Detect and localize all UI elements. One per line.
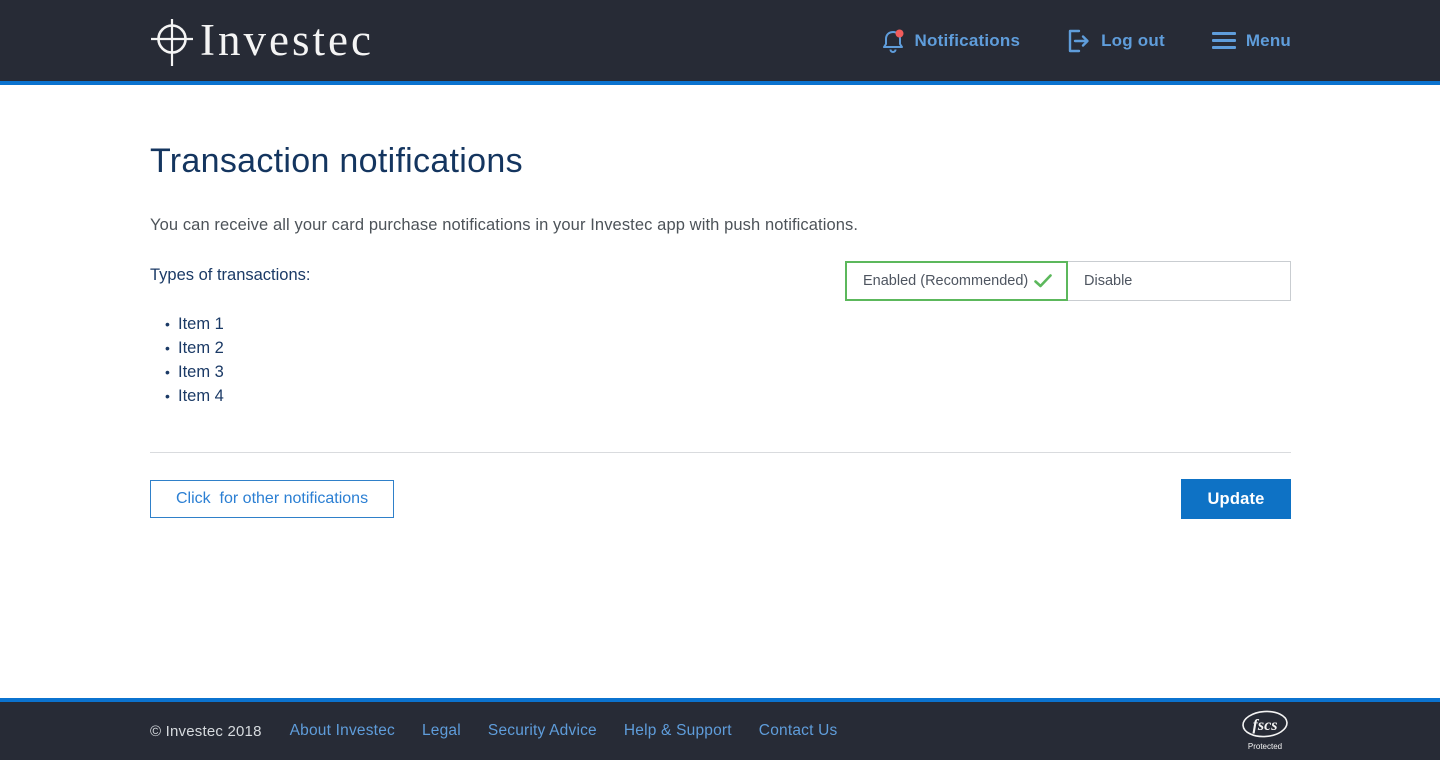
- enabled-toggle-label: Enabled (Recommended): [863, 273, 1028, 289]
- logout-button[interactable]: Log out: [1067, 28, 1165, 54]
- logout-label: Log out: [1101, 31, 1165, 51]
- hamburger-menu-icon: [1212, 32, 1236, 49]
- transaction-item: Item 4: [150, 384, 311, 408]
- settings-row: Types of transactions: Item 1 Item 2 Ite…: [150, 261, 1291, 408]
- page-title: Transaction notifications: [150, 142, 1291, 180]
- header: Investec Notifications Log out Menu: [0, 0, 1440, 85]
- enabled-toggle-button[interactable]: Enabled (Recommended): [845, 261, 1068, 301]
- footer-left: © Investec 2018 About Investec Legal Sec…: [150, 722, 837, 740]
- footer-links: About Investec Legal Security Advice Hel…: [290, 722, 838, 740]
- transaction-types: Types of transactions: Item 1 Item 2 Ite…: [150, 261, 311, 408]
- section-divider: [150, 452, 1291, 453]
- header-nav: Notifications Log out Menu: [881, 28, 1291, 54]
- transaction-item: Item 3: [150, 360, 311, 384]
- notification-badge: [895, 29, 903, 37]
- main-content: Transaction notifications You can receiv…: [0, 85, 1440, 698]
- footer-link-contact-us[interactable]: Contact Us: [759, 722, 838, 740]
- transaction-types-label: Types of transactions:: [150, 266, 311, 285]
- investec-crosshair-icon: [150, 17, 194, 67]
- disable-toggle-button[interactable]: Disable: [1068, 261, 1291, 301]
- svg-text:Protected: Protected: [1248, 742, 1282, 751]
- update-button[interactable]: Update: [1181, 479, 1291, 519]
- fscs-protected-logo: fscs Protected: [1239, 708, 1291, 754]
- page-description: You can receive all your card purchase n…: [150, 216, 1291, 235]
- actions-row: Click for other notifications Update: [150, 479, 1291, 519]
- footer-link-legal[interactable]: Legal: [422, 722, 461, 740]
- logout-icon: [1067, 28, 1091, 54]
- bell-icon: [881, 28, 905, 54]
- footer: © Investec 2018 About Investec Legal Sec…: [0, 698, 1440, 760]
- transaction-item: Item 2: [150, 336, 311, 360]
- transaction-item: Item 1: [150, 312, 311, 336]
- investec-logo[interactable]: Investec: [150, 15, 374, 67]
- notifications-button[interactable]: Notifications: [881, 28, 1021, 54]
- menu-label: Menu: [1246, 31, 1291, 51]
- disable-toggle-label: Disable: [1084, 273, 1132, 289]
- copyright-text: © Investec 2018: [150, 723, 262, 740]
- footer-link-security-advice[interactable]: Security Advice: [488, 722, 597, 740]
- check-icon: [1034, 274, 1052, 288]
- footer-link-about-investec[interactable]: About Investec: [290, 722, 395, 740]
- transaction-types-list: Item 1 Item 2 Item 3 Item 4: [150, 312, 311, 408]
- menu-button[interactable]: Menu: [1212, 31, 1291, 51]
- footer-link-help-support[interactable]: Help & Support: [624, 722, 732, 740]
- notifications-toggle-group: Enabled (Recommended) Disable: [845, 261, 1291, 301]
- svg-text:fscs: fscs: [1253, 717, 1278, 734]
- investec-wordmark: Investec: [200, 15, 374, 65]
- other-notifications-button[interactable]: Click for other notifications: [150, 480, 394, 518]
- notifications-label: Notifications: [915, 31, 1021, 51]
